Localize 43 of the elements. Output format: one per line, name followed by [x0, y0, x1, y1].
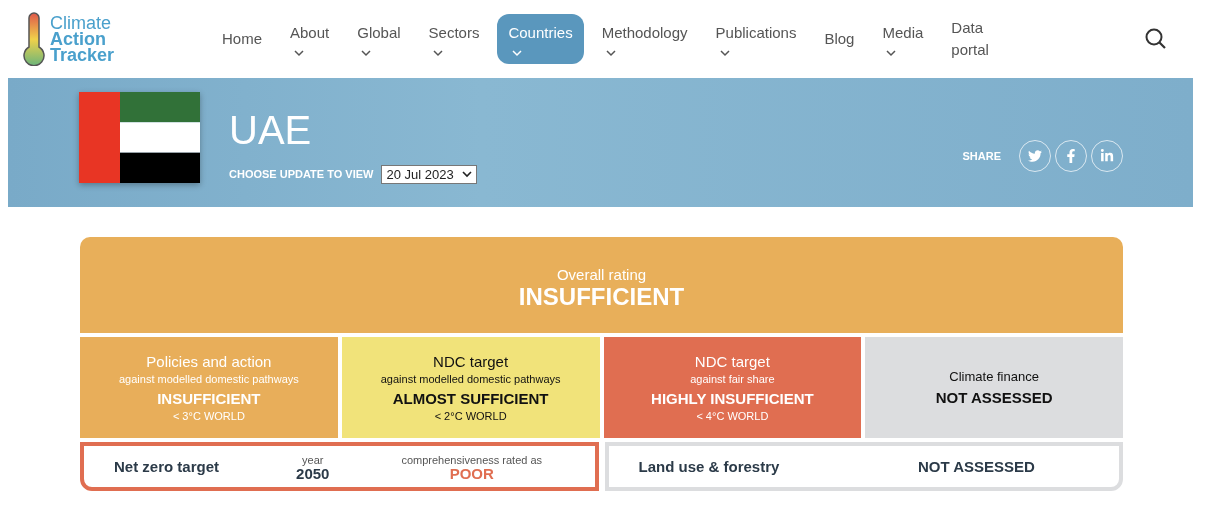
- rating-value: INSUFFICIENT: [157, 390, 261, 407]
- target-year: 2050: [296, 466, 330, 481]
- nav-item[interactable]: Sectors: [418, 14, 490, 64]
- nav-item[interactable]: Global: [347, 14, 411, 64]
- flag-icon: [79, 92, 200, 183]
- nav-item[interactable]: Data portal: [941, 11, 1014, 67]
- rated-label: comprehensiveness rated as: [401, 452, 543, 467]
- rating-subtitle: against fair share: [690, 373, 775, 385]
- search-icon[interactable]: [1144, 27, 1168, 51]
- rating-title: NDC target: [694, 353, 770, 370]
- warming-level: < 4°C WORLD: [696, 410, 769, 422]
- nav-item[interactable]: About: [280, 14, 340, 64]
- nav-item[interactable]: Media: [872, 14, 934, 64]
- date-select[interactable]: 20 Jul 2023: [381, 164, 477, 184]
- rating-title: Policies and action: [146, 353, 272, 370]
- rating-subtitle: against modelled domestic pathways: [119, 373, 299, 385]
- caret-icon: [461, 170, 472, 178]
- bird-icon: [1028, 148, 1042, 163]
- rating-value: NOT ASSESSED: [935, 389, 1053, 406]
- rating-value: ALMOST SUFFICIENT: [392, 390, 549, 407]
- overall-rating-label: Overall rating: [556, 265, 647, 283]
- facebook-icon: [1064, 148, 1078, 163]
- rating-value: HIGHLY INSUFFICIENT: [651, 390, 814, 407]
- update-label: CHOOSE UPDATE TO VIEW: [229, 168, 374, 180]
- nav-item[interactable]: Publications: [705, 14, 807, 64]
- nav-item[interactable]: Home: [212, 14, 272, 64]
- target-rating: NOT ASSESSED: [917, 459, 1035, 474]
- rating-subtitle: against modelled domestic pathways: [380, 373, 561, 385]
- nav-item[interactable]: Blog: [814, 14, 865, 64]
- warming-level: < 2°C WORLD: [434, 410, 507, 422]
- target-label: Net zero target: [114, 458, 221, 475]
- warming-level: < 3°C WORLD: [172, 410, 245, 422]
- thermometer-icon: [22, 12, 46, 66]
- share-label: SHARE: [962, 149, 1001, 162]
- country-title: UAE: [229, 107, 313, 153]
- year-label: year: [302, 452, 324, 467]
- linkedin-icon: [1100, 148, 1114, 163]
- target-label: Land use & forestry: [638, 458, 781, 475]
- nav-item[interactable]: Methodology: [591, 14, 698, 64]
- overall-rating-value: INSUFFICIENT: [518, 282, 685, 311]
- rating-title: NDC target: [433, 353, 509, 370]
- target-rating: POOR: [449, 466, 494, 481]
- rating-subtitle: Climate finance: [949, 369, 1039, 384]
